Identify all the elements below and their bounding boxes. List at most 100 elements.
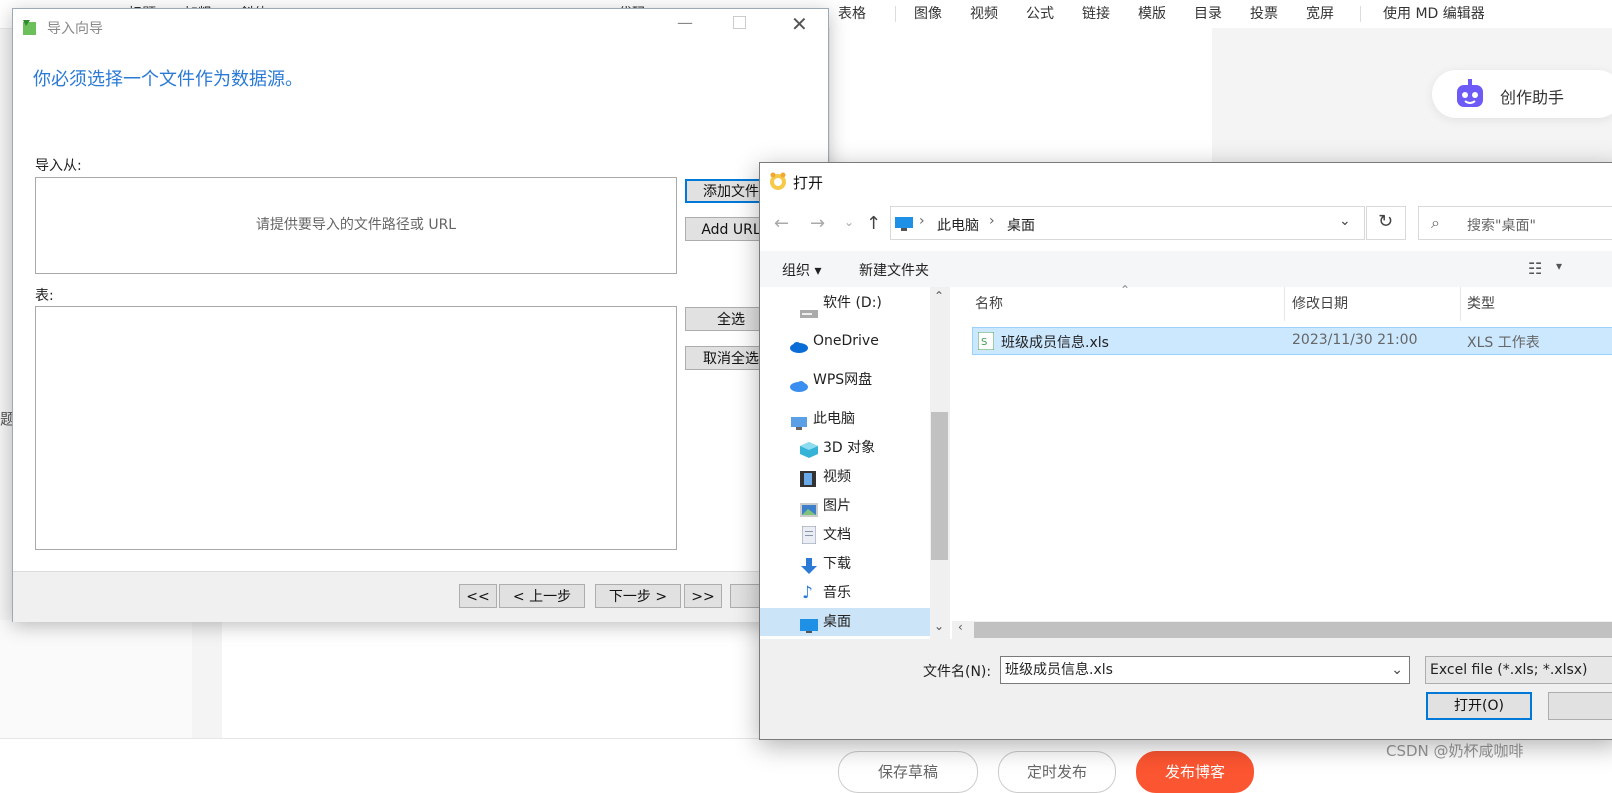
toolbar-link[interactable]: 链接 (1082, 3, 1110, 23)
scroll-left-icon[interactable]: ‹ (958, 620, 963, 634)
back-arrow-icon[interactable]: ← (774, 213, 789, 234)
command-bar: 组织 ▾ 新建文件夹 ☷ ▾ (760, 251, 1612, 287)
watermark: CSDN @奶杯咸咖啡 (1386, 742, 1524, 760)
tree-item-downloads[interactable]: 下载 (760, 550, 930, 578)
organize-button[interactable]: 组织 ▾ (782, 260, 821, 280)
tree-item-label: 图片 (823, 498, 851, 514)
breadcrumb-desktop[interactable]: 桌面 (1007, 215, 1035, 235)
tree-item-wps-cloud[interactable]: WPS网盘 (760, 366, 930, 394)
maximize-icon[interactable] (733, 16, 746, 29)
tree-item-videos[interactable]: 视频 (760, 463, 930, 491)
excel-file-icon: S (977, 331, 995, 354)
file-list-hscrollbar[interactable]: ‹ (952, 620, 1612, 639)
tree-item-label: 此电脑 (813, 411, 855, 427)
address-bar[interactable]: › 此电脑 › 桌面 ⌄ (890, 206, 1365, 240)
save-draft-button[interactable]: 保存草稿 (838, 751, 978, 793)
tree-item-label: 文档 (823, 527, 851, 543)
open-file-dialog: 打开 ← → ⌄ ↑ › 此电脑 › 桌面 ⌄ ↻ ⌕ 搜索"桌面" 组织 ▾ … (759, 162, 1612, 740)
cloud-icon (789, 335, 809, 363)
tree-item-label: OneDrive (813, 333, 879, 349)
breadcrumb-separator-icon: › (989, 213, 995, 229)
path-input[interactable]: 请提供要导入的文件路径或 URL (35, 177, 677, 274)
column-divider (1460, 287, 1461, 321)
scrollbar-thumb[interactable] (931, 412, 948, 560)
wizard-heading: 你必须选择一个文件作为数据源。 (33, 69, 303, 90)
toolbar-vote[interactable]: 投票 (1250, 3, 1278, 23)
column-type[interactable]: 类型 (1467, 293, 1495, 313)
file-row[interactable]: S 班级成员信息.xls 2023/11/30 21:00 XLS 工作表 (972, 327, 1612, 355)
robot-icon (1454, 79, 1486, 113)
first-button[interactable]: << (459, 584, 497, 608)
scroll-down-icon[interactable]: ⌄ (934, 619, 944, 633)
search-placeholder: 搜索"桌面" (1467, 218, 1536, 234)
tree-item-label: 音乐 (823, 585, 851, 601)
tree-item-drive-d[interactable]: 软件 (D:) (760, 289, 930, 318)
next-button[interactable]: 下一步 > (595, 584, 681, 608)
scroll-up-icon[interactable]: ⌃ (934, 289, 944, 303)
filename-input[interactable]: 班级成员信息.xls ⌄ (1000, 656, 1410, 684)
forward-arrow-icon[interactable]: → (810, 213, 825, 234)
tree-item-this-pc[interactable]: 此电脑 (760, 405, 930, 433)
toolbar-md-editor[interactable]: 使用 MD 编辑器 (1383, 3, 1485, 23)
file-modified: 2023/11/30 21:00 (1292, 332, 1418, 348)
hscroll-thumb[interactable] (974, 622, 1612, 638)
schedule-publish-button[interactable]: 定时发布 (998, 751, 1116, 793)
cancel-button[interactable] (1548, 692, 1612, 720)
tree-item-pictures[interactable]: 图片 (760, 492, 930, 520)
toolbar-toc[interactable]: 目录 (1194, 3, 1222, 23)
toolbar-template[interactable]: 模版 (1138, 3, 1166, 23)
refresh-button[interactable]: ↻ (1366, 206, 1406, 240)
column-modified[interactable]: 修改日期 (1292, 293, 1348, 313)
recent-chevron-icon[interactable]: ⌄ (844, 215, 854, 229)
table-list[interactable] (35, 306, 677, 550)
last-button[interactable]: >> (684, 584, 722, 608)
table-label: 表: (35, 288, 54, 304)
close-icon[interactable]: ✕ (791, 12, 808, 36)
toolbar-table[interactable]: 表格 (838, 3, 866, 23)
import-wizard-window: 导入向导 — ✕ 你必须选择一个文件作为数据源。 导入从: 请提供要导入的文件路… (12, 8, 829, 622)
tree-item-label: 软件 (D:) (823, 295, 882, 311)
view-options-icon[interactable]: ☷ (1528, 259, 1542, 278)
import-from-label: 导入从: (35, 158, 82, 174)
column-name[interactable]: 名称 (975, 293, 1003, 313)
assistant-button[interactable]: 创作助手 (1432, 70, 1612, 118)
drive-icon (800, 300, 818, 328)
tree-scrollbar[interactable]: ⌃ ⌄ (930, 287, 950, 639)
toolbar-video[interactable]: 视频 (970, 3, 998, 23)
filename-dropdown-icon[interactable]: ⌄ (1391, 657, 1403, 683)
filter-value: Excel file (*.xls; *.xlsx) (1430, 662, 1588, 678)
tree-item-label: 下载 (823, 556, 851, 572)
navigation-tree: 软件 (D:) OneDrive WPS网盘 此电脑 3D 对象 视频 图片 文… (760, 287, 950, 639)
minimize-icon[interactable]: — (677, 13, 693, 32)
tree-item-3d-objects[interactable]: 3D 对象 (760, 434, 930, 462)
toolbar-image[interactable]: 图像 (914, 3, 942, 23)
view-dropdown-icon[interactable]: ▾ (1556, 259, 1562, 273)
assistant-label: 创作助手 (1500, 88, 1565, 107)
sort-indicator-icon: ⌃ (1120, 283, 1131, 297)
column-divider (1284, 287, 1285, 321)
tree-item-onedrive[interactable]: OneDrive (760, 327, 930, 355)
wizard-title: 导入向导 (47, 21, 103, 37)
tree-item-desktop[interactable]: 桌面 (760, 608, 930, 636)
search-input[interactable]: ⌕ 搜索"桌面" (1418, 206, 1612, 240)
toolbar-formula[interactable]: 公式 (1026, 3, 1054, 23)
prev-button[interactable]: < 上一步 (499, 584, 585, 608)
tree-item-documents[interactable]: 文档 (760, 521, 930, 549)
breadcrumb-pc[interactable]: 此电脑 (937, 215, 979, 235)
path-placeholder: 请提供要导入的文件路径或 URL (255, 217, 457, 233)
file-type-filter[interactable]: Excel file (*.xls; *.xlsx) (1425, 656, 1612, 684)
music-icon: ♪ (802, 583, 813, 603)
up-arrow-icon[interactable]: ↑ (866, 213, 881, 234)
tree-item-music[interactable]: ♪ 音乐 (760, 579, 930, 607)
open-button[interactable]: 打开(O) (1426, 692, 1532, 720)
breadcrumb-separator-icon: › (919, 213, 925, 229)
wizard-title-bar: 导入向导 — ✕ (13, 9, 828, 45)
tree-item-label: WPS网盘 (813, 372, 873, 388)
address-dropdown-icon[interactable]: ⌄ (1339, 213, 1351, 229)
new-folder-button[interactable]: 新建文件夹 (859, 260, 929, 280)
filename-label: 文件名(N): (923, 664, 992, 680)
tree-item-label: 桌面 (823, 614, 851, 630)
toolbar-widescreen[interactable]: 宽屏 (1306, 3, 1334, 23)
publish-button[interactable]: 发布博客 (1136, 751, 1254, 793)
organize-label: 组织 (782, 263, 810, 279)
